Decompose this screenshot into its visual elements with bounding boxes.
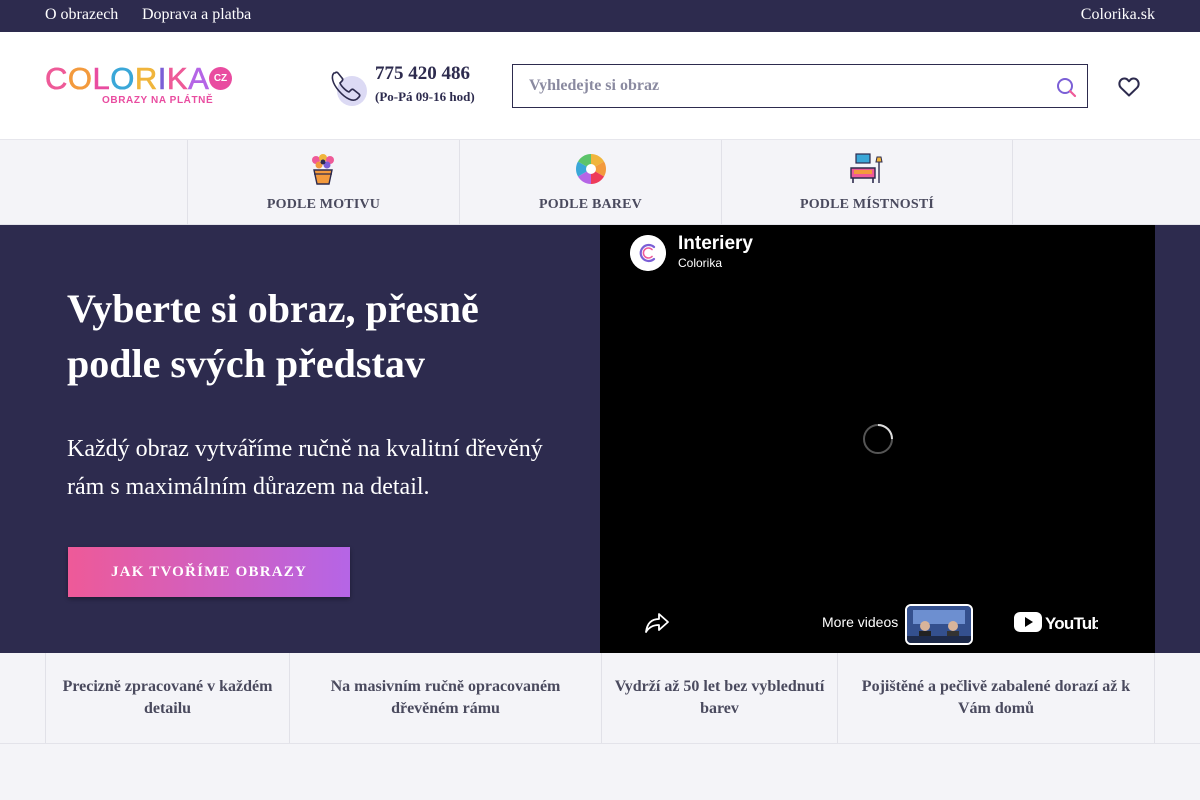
- category-by-motif[interactable]: PODLE MOTIVU: [187, 140, 459, 225]
- category-by-room[interactable]: PODLE MÍSTNOSTÍ: [721, 140, 1012, 225]
- more-videos-thumbnail[interactable]: [905, 604, 973, 645]
- color-wheel-icon: [575, 154, 607, 184]
- logo-letter: C: [45, 61, 68, 97]
- hero-heading: Vyberte si obraz, přesně podle svých pře…: [67, 286, 479, 386]
- category-by-color[interactable]: PODLE BAREV: [459, 140, 721, 225]
- logo-country-badge: CZ: [209, 67, 232, 90]
- search-box: [512, 64, 1088, 108]
- search-input[interactable]: [513, 65, 1043, 107]
- logo-letter: O: [67, 61, 93, 97]
- feature-item: Na masivním ručně opracovaném dřevěném r…: [289, 653, 601, 743]
- hero-text: Každý obraz vytváříme ručně na kvalitní …: [67, 436, 543, 500]
- phone-icon: [331, 71, 367, 106]
- search-icon[interactable]: [1055, 76, 1077, 98]
- how-we-make-button[interactable]: JAK TVOŘÍME OBRAZY: [68, 547, 350, 597]
- more-videos-link[interactable]: More videos: [822, 614, 898, 630]
- logo-tagline: OBRAZY NA PLÁTNĚ: [102, 95, 214, 106]
- flower-pot-icon: [312, 154, 334, 185]
- logo-letter: O: [110, 61, 135, 97]
- logo-letter: I: [157, 61, 167, 97]
- youtube-logo[interactable]: YouTube: [1014, 610, 1098, 634]
- logo[interactable]: COLORIKA CZ OBRAZY NA PLÁTNĚ: [45, 61, 245, 109]
- link-colorika-sk[interactable]: Colorika.sk: [1081, 6, 1155, 24]
- video-player[interactable]: Interiery Colorika More videos YouTube: [600, 225, 1155, 653]
- heart-icon[interactable]: [1117, 75, 1141, 99]
- category-label: PODLE MOTIVU: [266, 197, 381, 212]
- video-title[interactable]: Interiery: [678, 233, 753, 255]
- logo-letter: A: [188, 61, 210, 97]
- link-about-paintings[interactable]: O obrazech: [45, 6, 118, 24]
- logo-letter: L: [92, 61, 111, 97]
- link-shipping-payment[interactable]: Doprava a platba: [142, 6, 251, 24]
- feature-item: Vydrží až 50 let bez vyblednutí barev: [601, 653, 837, 743]
- loading-spinner-icon: [863, 424, 893, 454]
- logo-wordmark: COLORIKA: [45, 61, 209, 97]
- youtube-wordmark: YouTube: [1045, 614, 1098, 633]
- video-thumbnail-image: [907, 606, 971, 643]
- top-bar: O obrazech Doprava a platba Colorika.sk: [0, 0, 1200, 32]
- channel-avatar[interactable]: [630, 235, 666, 271]
- logo-letter: K: [166, 61, 189, 97]
- feature-item: Pojištěné a pečlivě zabalené dorazí až k…: [837, 653, 1155, 743]
- site-header: COLORIKA CZ OBRAZY NA PLÁTNĚ 775 420 486…: [0, 32, 1200, 140]
- phone-number[interactable]: 775 420 486: [375, 63, 470, 85]
- hero-section: Vyberte si obraz, přesně podle svých pře…: [0, 225, 1200, 653]
- category-label: PODLE BAREV: [539, 197, 642, 212]
- phone-hours: (Po-Pá 09-16 hod): [375, 89, 475, 104]
- sofa-icon: [850, 153, 883, 183]
- nav-divider: [1012, 140, 1013, 225]
- features-bar: Precizně zpracované v každém detailu Na …: [0, 653, 1200, 744]
- video-channel: Colorika: [678, 256, 723, 270]
- share-icon[interactable]: [644, 610, 670, 636]
- logo-letter: R: [134, 61, 158, 97]
- category-label: PODLE MÍSTNOSTÍ: [799, 197, 935, 212]
- category-nav: PODLE MOTIVU PODLE BAREV PODLE MÍSTNOSTÍ: [0, 140, 1200, 225]
- feature-item: Precizně zpracované v každém detailu: [45, 653, 289, 743]
